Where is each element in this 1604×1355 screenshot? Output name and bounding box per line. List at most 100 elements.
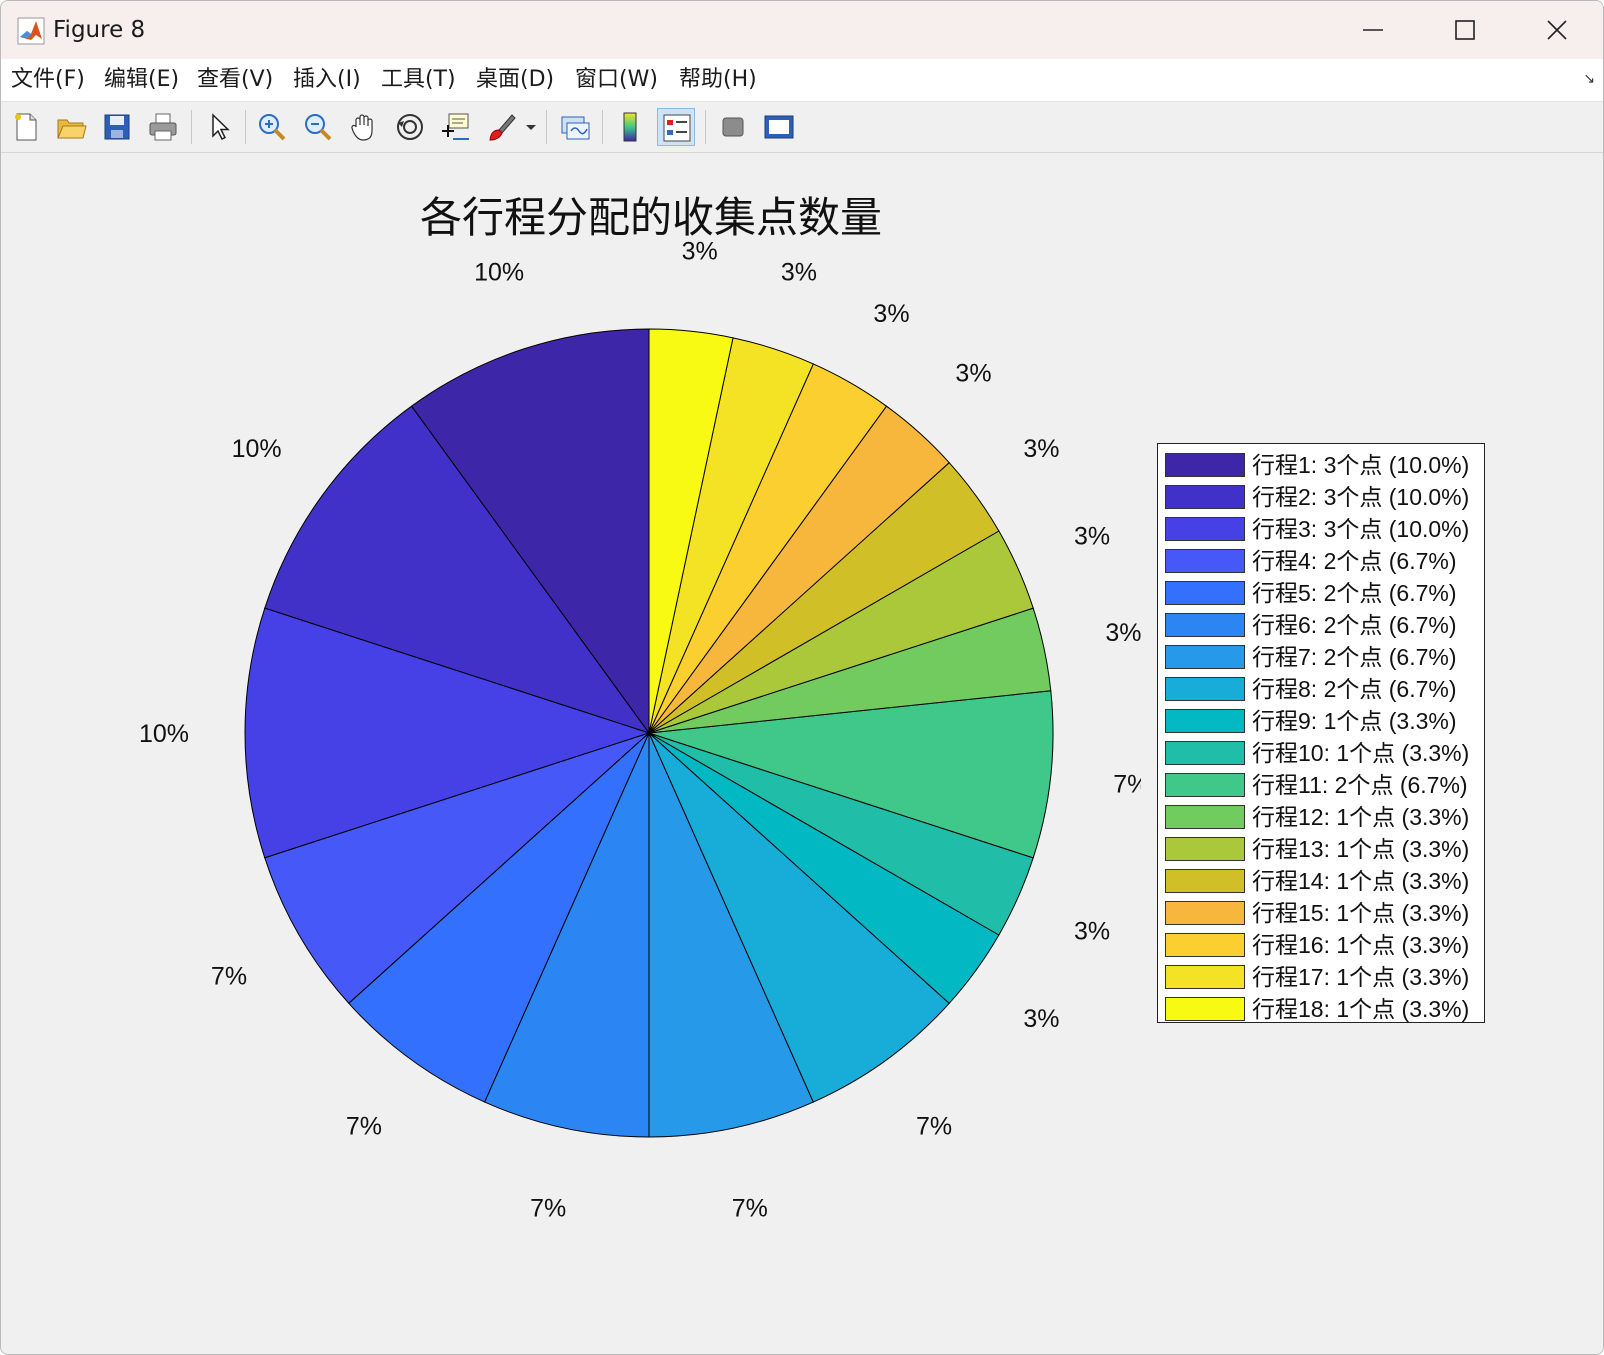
print-button[interactable] <box>144 108 182 146</box>
legend-swatch <box>1165 869 1245 893</box>
open-file-icon <box>57 119 87 139</box>
legend-label: 行程11: 2个点 (6.7%) <box>1252 772 1468 798</box>
show-plot-tools-button[interactable] <box>760 108 798 146</box>
legend-item-1[interactable]: 行程1: 3个点 (10.0%) <box>1165 450 1483 480</box>
pan-button[interactable] <box>345 108 383 146</box>
pie-slice-label-8: 7% <box>916 1112 952 1140</box>
legend-icon <box>663 114 691 142</box>
menu-edit[interactable]: 编辑(E) <box>104 66 179 94</box>
maximize-button[interactable] <box>1419 1 1511 59</box>
pie-slice-label-14: 3% <box>1023 435 1059 463</box>
legend-swatch <box>1165 965 1245 989</box>
menu-view[interactable]: 查看(V) <box>197 66 273 94</box>
colorbar-icon <box>623 112 637 142</box>
pie-slice-label-18: 3% <box>682 238 718 266</box>
legend-label: 行程5: 2个点 (6.7%) <box>1252 580 1457 606</box>
legend-item-7[interactable]: 行程7: 2个点 (6.7%) <box>1165 642 1483 672</box>
close-button[interactable] <box>1511 1 1603 59</box>
figure-toolbar <box>1 102 1603 153</box>
legend-item-5[interactable]: 行程5: 2个点 (6.7%) <box>1165 578 1483 608</box>
legend-item-15[interactable]: 行程15: 1个点 (3.3%) <box>1165 898 1483 928</box>
pie-slice-label-3: 10% <box>139 720 189 748</box>
legend-label: 行程3: 3个点 (10.0%) <box>1252 516 1470 542</box>
brush-dropdown-icon <box>526 125 536 130</box>
menu-window[interactable]: 窗口(W) <box>575 66 658 94</box>
legend-button[interactable] <box>657 108 695 146</box>
matlab-logo-icon <box>17 17 45 45</box>
menu-bar: 文件(F) 编辑(E) 查看(V) 插入(I) 工具(T) 桌面(D) 窗口(W… <box>1 59 1603 102</box>
pie-slice-label-17: 3% <box>781 259 817 287</box>
figure-window: Figure 8 文件(F) 编辑(E) 查看(V) 插入(I) 工具(T) 桌… <box>0 0 1604 1355</box>
legend-swatch <box>1165 645 1245 669</box>
zoom-out-button[interactable] <box>299 108 337 146</box>
legend-label: 行程9: 1个点 (3.3%) <box>1252 708 1457 734</box>
legend-item-16[interactable]: 行程16: 1个点 (3.3%) <box>1165 930 1483 960</box>
brush-icon <box>489 114 516 141</box>
chart-legend[interactable]: 行程1: 3个点 (10.0%) 行程2: 3个点 (10.0%) 行程3: 3个点… <box>1157 443 1485 1023</box>
minimize-button[interactable] <box>1327 1 1419 59</box>
pie-slice-label-4: 7% <box>211 963 247 991</box>
pan-hand-icon <box>351 114 373 141</box>
hide-plot-tools-button[interactable] <box>714 108 752 146</box>
legend-item-14[interactable]: 行程14: 1个点 (3.3%) <box>1165 866 1483 896</box>
new-figure-button[interactable] <box>7 108 45 146</box>
legend-label: 行程14: 1个点 (3.3%) <box>1252 868 1470 894</box>
data-cursor-button[interactable] <box>436 108 474 146</box>
save-icon <box>104 114 130 140</box>
data-cursor-icon <box>442 113 469 140</box>
legend-item-12[interactable]: 行程12: 1个点 (3.3%) <box>1165 802 1483 832</box>
toolbar-separator <box>191 110 192 144</box>
legend-item-10[interactable]: 行程10: 1个点 (3.3%) <box>1165 738 1483 768</box>
dock-arrow-icon[interactable]: ↘ <box>1583 71 1595 87</box>
zoom-out-icon <box>305 114 332 141</box>
legend-item-6[interactable]: 行程6: 2个点 (6.7%) <box>1165 610 1483 640</box>
pie-slice-label-10: 3% <box>1074 917 1110 945</box>
legend-swatch <box>1165 805 1245 829</box>
pie-slice-label-1: 10% <box>474 259 524 287</box>
open-file-button[interactable] <box>52 108 90 146</box>
legend-item-11[interactable]: 行程11: 2个点 (6.7%) <box>1165 770 1483 800</box>
select-pointer-button[interactable] <box>200 108 238 146</box>
toolbar-separator <box>602 110 603 144</box>
menu-tools[interactable]: 工具(T) <box>381 66 456 94</box>
legend-item-18[interactable]: 行程18: 1个点 (3.3%) <box>1165 994 1483 1024</box>
legend-item-3[interactable]: 行程3: 3个点 (10.0%) <box>1165 514 1483 544</box>
menu-file[interactable]: 文件(F) <box>11 66 85 94</box>
pie-slice-label-7: 7% <box>732 1194 768 1222</box>
legend-label: 行程8: 2个点 (6.7%) <box>1252 676 1457 702</box>
legend-label: 行程15: 1个点 (3.3%) <box>1252 900 1470 926</box>
rotate-3d-button[interactable] <box>391 108 429 146</box>
legend-swatch <box>1165 485 1245 509</box>
legend-item-13[interactable]: 行程13: 1个点 (3.3%) <box>1165 834 1483 864</box>
window-title: Figure 8 <box>53 17 146 43</box>
save-button[interactable] <box>98 108 136 146</box>
minimize-icon <box>1363 29 1383 31</box>
menu-desktop[interactable]: 桌面(D) <box>476 66 554 94</box>
legend-swatch <box>1165 581 1245 605</box>
legend-swatch <box>1165 517 1245 541</box>
legend-swatch <box>1165 773 1245 797</box>
brush-button[interactable] <box>482 108 520 146</box>
pie-slice-label-15: 3% <box>955 360 991 388</box>
print-icon <box>149 113 177 141</box>
legend-item-2[interactable]: 行程2: 3个点 (10.0%) <box>1165 482 1483 512</box>
pie-slice-label-11: 7% <box>1113 771 1141 799</box>
legend-item-17[interactable]: 行程17: 1个点 (3.3%) <box>1165 962 1483 992</box>
menu-help[interactable]: 帮助(H) <box>679 66 757 94</box>
legend-label: 行程7: 2个点 (6.7%) <box>1252 644 1457 670</box>
legend-label: 行程10: 1个点 (3.3%) <box>1252 740 1470 766</box>
title-bar: Figure 8 <box>1 1 1603 59</box>
menu-insert[interactable]: 插入(I) <box>293 66 361 94</box>
legend-label: 行程17: 1个点 (3.3%) <box>1252 964 1470 990</box>
brush-dropdown-button[interactable] <box>522 108 540 146</box>
legend-item-8[interactable]: 行程8: 2个点 (6.7%) <box>1165 674 1483 704</box>
legend-item-9[interactable]: 行程9: 1个点 (3.3%) <box>1165 706 1483 736</box>
toolbar-separator <box>705 110 706 144</box>
link-plot-button[interactable] <box>556 108 594 146</box>
legend-item-4[interactable]: 行程4: 2个点 (6.7%) <box>1165 546 1483 576</box>
legend-label: 行程1: 3个点 (10.0%) <box>1252 452 1470 478</box>
zoom-in-button[interactable] <box>253 108 291 146</box>
legend-label: 行程12: 1个点 (3.3%) <box>1252 804 1470 830</box>
toolbar-separator <box>245 110 246 144</box>
colorbar-button[interactable] <box>611 108 649 146</box>
